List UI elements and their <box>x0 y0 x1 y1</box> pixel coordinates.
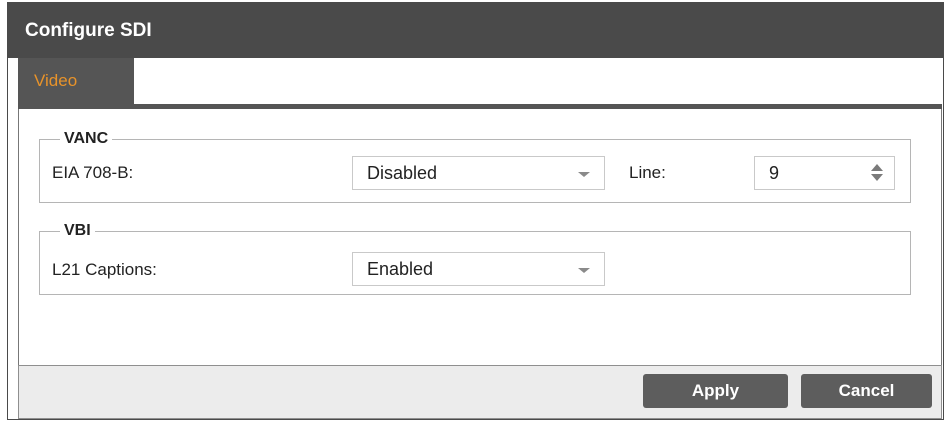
line-value: 9 <box>769 163 780 183</box>
eia-708b-label: EIA 708-B: <box>52 163 134 182</box>
apply-button[interactable]: Apply <box>643 374 788 408</box>
chevron-down-icon <box>578 268 590 273</box>
eia-708b-value: Disabled <box>367 163 438 183</box>
dialog-footer: Apply Cancel <box>18 365 942 419</box>
tab-video[interactable]: Video <box>18 58 134 104</box>
vbi-legend: VBI <box>64 222 91 239</box>
cancel-button[interactable]: Cancel <box>801 374 932 408</box>
spin-buttons[interactable] <box>870 164 884 182</box>
tab-content: VANC EIA 708-B: Disabled Line: 9 VBI L21… <box>18 109 942 365</box>
tab-bar: Video <box>8 58 943 104</box>
configure-sdi-dialog: Configure SDI Video VANC EIA 708-B: Disa… <box>7 2 944 420</box>
l21-captions-value: Enabled <box>367 259 434 279</box>
line-spinner[interactable]: 9 <box>754 156 895 190</box>
vanc-legend: VANC <box>64 130 109 147</box>
spin-down-icon[interactable] <box>871 174 883 181</box>
spin-up-icon[interactable] <box>871 164 883 171</box>
dialog-title: Configure SDI <box>8 3 943 58</box>
l21-captions-select[interactable]: Enabled <box>352 252 605 286</box>
chevron-down-icon <box>578 172 590 177</box>
eia-708b-select[interactable]: Disabled <box>352 156 605 190</box>
l21-captions-label: L21 Captions: <box>52 260 157 279</box>
line-label: Line: <box>629 163 666 182</box>
